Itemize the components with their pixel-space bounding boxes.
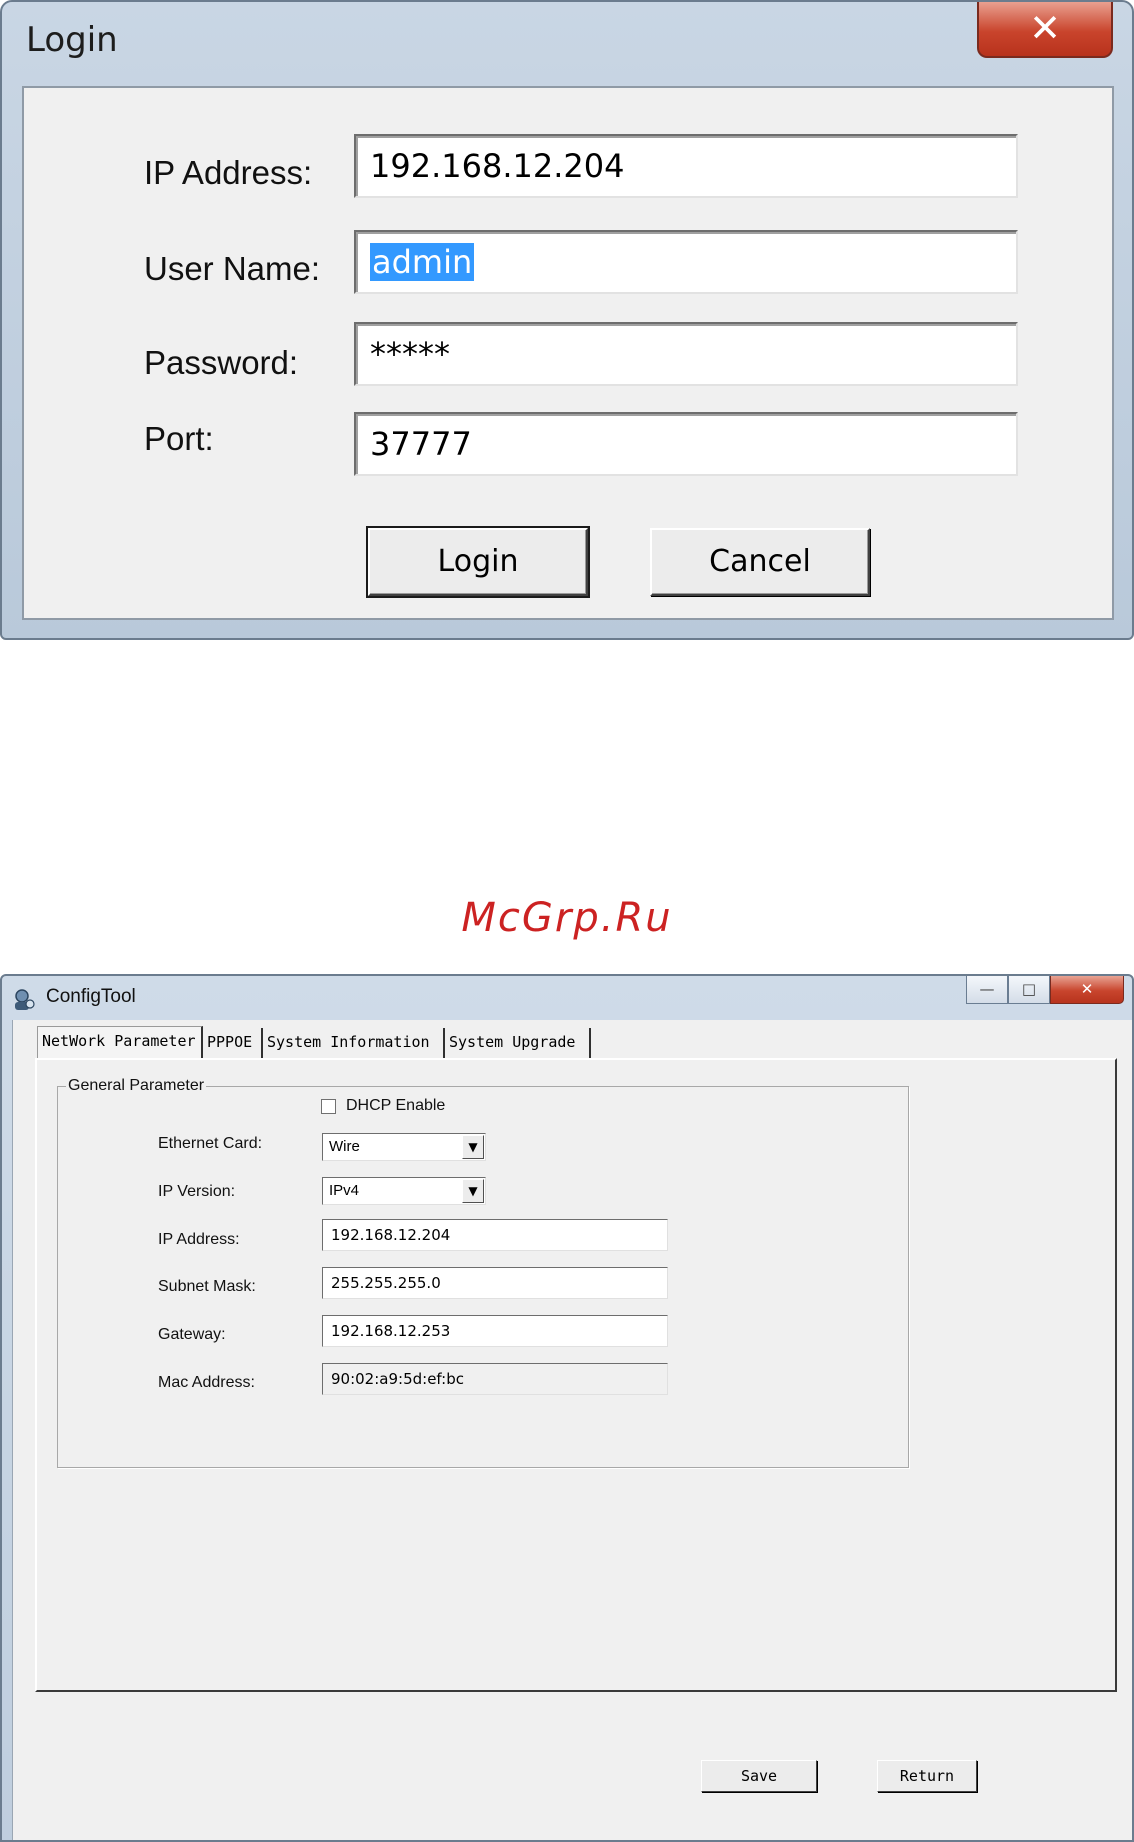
window-close-button[interactable]: ✕ [1050,976,1124,1004]
group-title: General Parameter [66,1077,207,1095]
ethernet-card-label: Ethernet Card: [158,1135,263,1152]
port-value: 37777 [370,425,472,463]
login-form: IP Address: 192.168.12.204 User Name: ad… [22,86,1114,620]
gateway-value: 192.168.12.253 [331,1322,451,1340]
password-value: ***** [370,335,450,373]
cfg-ip-address-input[interactable]: 192.168.12.204 [322,1219,668,1251]
app-icon [15,989,35,1010]
login-button[interactable]: Login [366,526,590,598]
watermark: McGrp.Ru [461,895,673,941]
password-input[interactable]: ***** [354,322,1018,386]
ip-version-label: IP Version: [158,1183,236,1200]
subnet-mask-value: 255.255.255.0 [331,1274,441,1292]
tab-pppoe[interactable]: PPPOE [203,1028,263,1058]
maximize-button[interactable]: □ [1008,976,1050,1004]
user-name-input[interactable]: admin [354,230,1018,294]
minimize-button[interactable]: — [966,976,1008,1004]
ip-address-value: 192.168.12.204 [370,147,625,185]
mac-address-field: 90:02:a9:5d:ef:bc [322,1363,668,1395]
ip-version-value: IPv4 [329,1182,360,1199]
tab-network-parameter[interactable]: NetWork Parameter [37,1026,203,1060]
ip-address-label: IP Address: [144,154,313,191]
chevron-down-icon[interactable]: ▼ [462,1135,484,1159]
configtool-content: NetWork Parameter PPPOE System Informati… [12,1020,1132,1840]
gateway-label: Gateway: [158,1326,226,1343]
tab-system-information[interactable]: System Information [263,1028,445,1058]
user-name-value: admin [370,243,475,281]
cfg-ip-address-label: IP Address: [158,1231,240,1248]
configtool-window: ConfigTool — □ ✕ NetWork Parameter PPPOE… [0,974,1134,1842]
configtool-title: ConfigTool [46,986,136,1007]
ethernet-card-select[interactable]: Wire ▼ [322,1133,486,1161]
ethernet-card-value: Wire [329,1138,360,1155]
cancel-button[interactable]: Cancel [650,528,870,596]
subnet-mask-input[interactable]: 255.255.255.0 [322,1267,668,1299]
dhcp-enable-label: DHCP Enable [346,1097,446,1114]
mac-address-label: Mac Address: [158,1374,255,1391]
port-label: Port: [144,420,214,457]
cfg-ip-address-value: 192.168.12.204 [331,1226,451,1244]
login-dialog: Login ✕ IP Address: 192.168.12.204 User … [0,0,1134,640]
subnet-mask-label: Subnet Mask: [158,1278,256,1295]
ip-address-input[interactable]: 192.168.12.204 [354,134,1018,198]
return-button[interactable]: Return [877,1760,977,1792]
mac-address-value: 90:02:a9:5d:ef:bc [331,1370,464,1388]
general-parameter-group: General Parameter DHCP Enable Ethernet C… [57,1077,909,1468]
user-name-label: User Name: [144,250,321,287]
close-icon: ✕ [1029,6,1061,50]
login-close-button[interactable]: ✕ [977,2,1113,58]
chevron-down-icon[interactable]: ▼ [462,1179,484,1203]
maximize-icon: □ [1021,980,1037,998]
gateway-input[interactable]: 192.168.12.253 [322,1315,668,1347]
configtool-titlebar: ConfigTool — □ ✕ [2,976,1132,1020]
close-icon: ✕ [1080,980,1094,998]
minimize-icon: — [979,980,995,998]
port-input[interactable]: 37777 [354,412,1018,476]
password-label: Password: [144,344,299,381]
dhcp-enable-checkbox[interactable] [321,1099,336,1114]
network-parameter-panel: General Parameter DHCP Enable Ethernet C… [35,1058,1117,1692]
tab-system-upgrade[interactable]: System Upgrade [445,1028,591,1058]
ip-version-select[interactable]: IPv4 ▼ [322,1177,486,1205]
login-dialog-title: Login [26,20,118,60]
save-button[interactable]: Save [701,1760,817,1792]
